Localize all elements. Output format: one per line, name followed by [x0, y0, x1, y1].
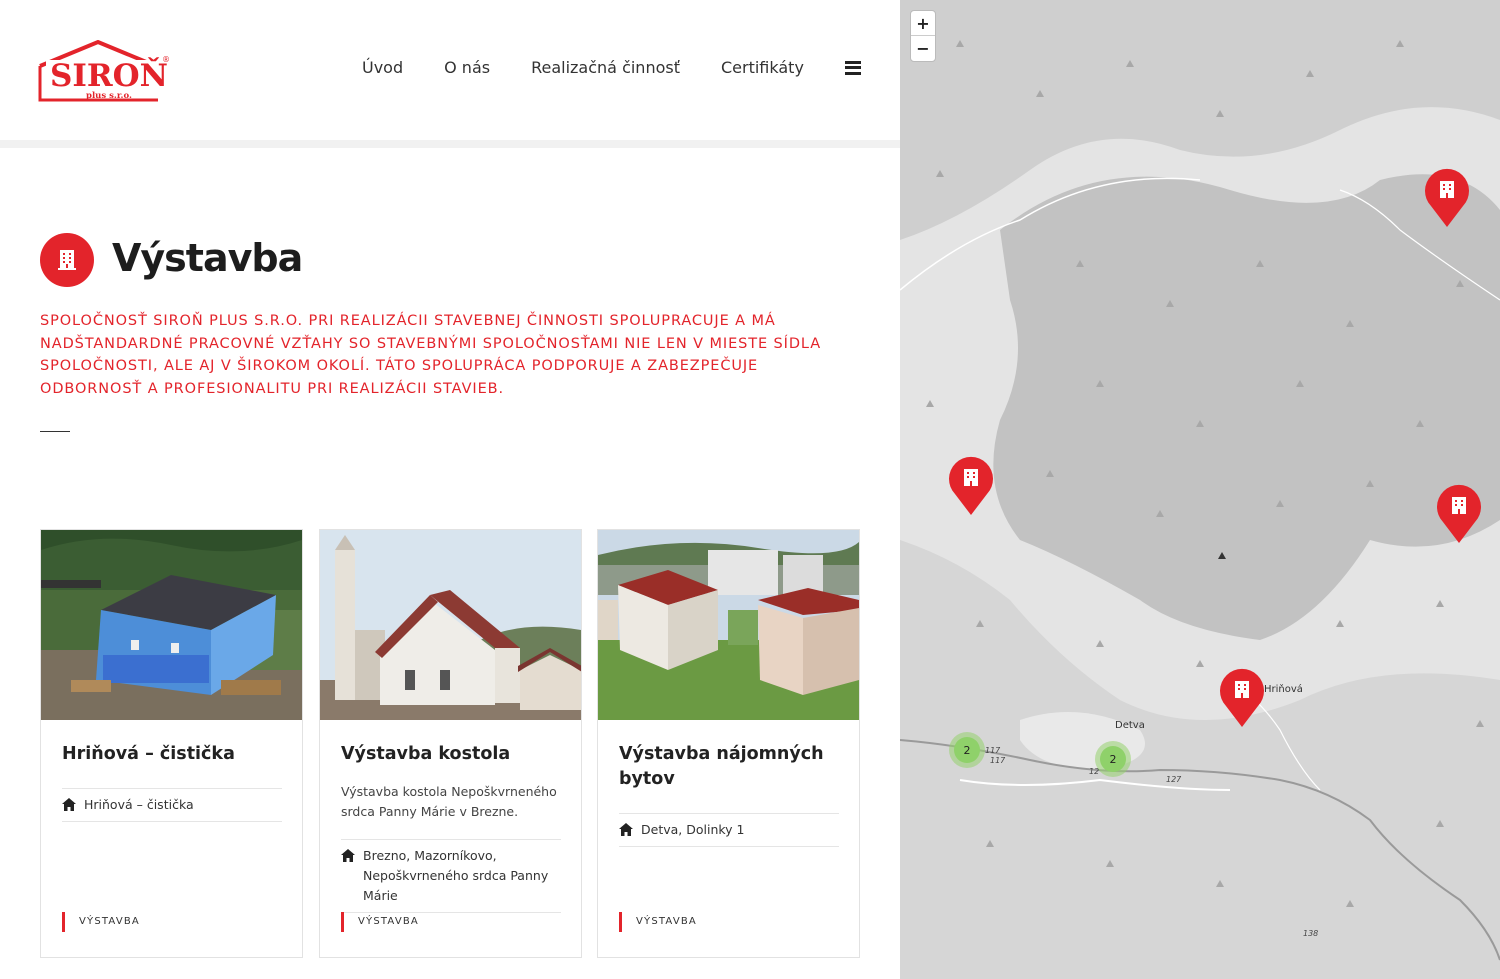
- building-icon: [1220, 668, 1264, 727]
- site-logo[interactable]: SIROŇ ® plus s.r.o.: [38, 39, 173, 102]
- project-image[interactable]: [320, 530, 581, 720]
- nav-item-certifikaty[interactable]: Certifikáty: [721, 58, 804, 77]
- project-location-text: Brezno, Mazorníkovo, Nepoškvrneného srdc…: [363, 848, 549, 903]
- project-description: Výstavba kostola Nepoškvrneného srdca Pa…: [341, 784, 557, 819]
- project-image[interactable]: [41, 530, 302, 720]
- map-marker[interactable]: [1422, 166, 1472, 228]
- building-icon: [40, 233, 94, 287]
- road-label: 138: [1303, 929, 1319, 938]
- zoom-out-button[interactable]: −: [911, 36, 935, 61]
- map-cluster[interactable]: 2: [949, 732, 985, 768]
- road-label: 117: [990, 756, 1006, 765]
- cluster-count: 2: [1100, 746, 1126, 772]
- home-icon: [341, 849, 355, 862]
- project-list: Hriňová – čistička Hriňová – čistička VÝ…: [40, 529, 860, 959]
- project-title[interactable]: Hriňová – čistička: [62, 742, 287, 767]
- content-panel: SIROŇ ® plus s.r.o. Úvod O nás Realizačn…: [0, 0, 900, 979]
- hamburger-icon[interactable]: [844, 60, 861, 75]
- project-location-text: Detva, Dolinky 1: [641, 822, 745, 837]
- nav-item-uvod[interactable]: Úvod: [362, 58, 403, 77]
- svg-text:SIROŇ: SIROŇ: [50, 56, 168, 94]
- project-image[interactable]: [598, 530, 859, 720]
- svg-text:®: ®: [162, 55, 170, 64]
- project-card[interactable]: Výstavba nájomných bytov Detva, Dolinky …: [597, 529, 860, 958]
- project-location: Hriňová – čistička: [62, 788, 282, 822]
- building-icon: [949, 456, 993, 515]
- map-marker[interactable]: [1217, 666, 1267, 728]
- project-location: Brezno, Mazorníkovo, Nepoškvrneného srdc…: [341, 839, 561, 913]
- building-icon: [1425, 168, 1469, 227]
- map-marker[interactable]: [1434, 482, 1484, 544]
- main-nav: Úvod O nás Realizačná činnosť Certifikát…: [362, 58, 861, 77]
- svg-text:plus s.r.o.: plus s.r.o.: [86, 91, 132, 101]
- road-label: 117: [985, 746, 1001, 755]
- zoom-control: + −: [910, 10, 936, 62]
- project-location: Detva, Dolinky 1: [619, 813, 839, 847]
- nav-item-o-nas[interactable]: O nás: [444, 58, 490, 77]
- building-icon: [1437, 484, 1481, 543]
- site-header: SIROŇ ® plus s.r.o. Úvod O nás Realizačn…: [0, 0, 900, 140]
- project-map[interactable]: + − Detva Hriňová 117 117 127 12 138 2 2: [900, 0, 1500, 979]
- place-label-detva: Detva: [1115, 720, 1145, 731]
- place-label-hrinova: Hriňová: [1264, 684, 1303, 695]
- project-category[interactable]: VÝSTAVBA: [341, 912, 419, 932]
- home-icon: [619, 823, 633, 836]
- nav-item-realizacna-cinnost[interactable]: Realizačná činnosť: [531, 58, 680, 77]
- project-title[interactable]: Výstavba kostola: [341, 742, 566, 767]
- header-divider: [0, 140, 900, 148]
- divider: [40, 431, 70, 432]
- project-category[interactable]: VÝSTAVBA: [619, 912, 697, 932]
- cluster-count: 2: [954, 737, 980, 763]
- map-marker[interactable]: [946, 454, 996, 516]
- project-title[interactable]: Výstavba nájomných bytov: [619, 742, 844, 792]
- intro-text: SPOLOČNOSŤ SIROŇ PLUS S.R.O. PRI REALIZÁ…: [40, 313, 822, 397]
- project-location-text: Hriňová – čistička: [84, 797, 194, 812]
- page-title: Výstavba: [112, 236, 303, 280]
- home-icon: [62, 798, 76, 811]
- project-card[interactable]: Hriňová – čistička Hriňová – čistička VÝ…: [40, 529, 303, 958]
- road-label: 127: [1166, 775, 1182, 784]
- project-category[interactable]: VÝSTAVBA: [62, 912, 140, 932]
- project-card[interactable]: Výstavba kostola Výstavba kostola Nepošk…: [319, 529, 582, 958]
- map-cluster[interactable]: 2: [1095, 741, 1131, 777]
- zoom-in-button[interactable]: +: [911, 11, 935, 36]
